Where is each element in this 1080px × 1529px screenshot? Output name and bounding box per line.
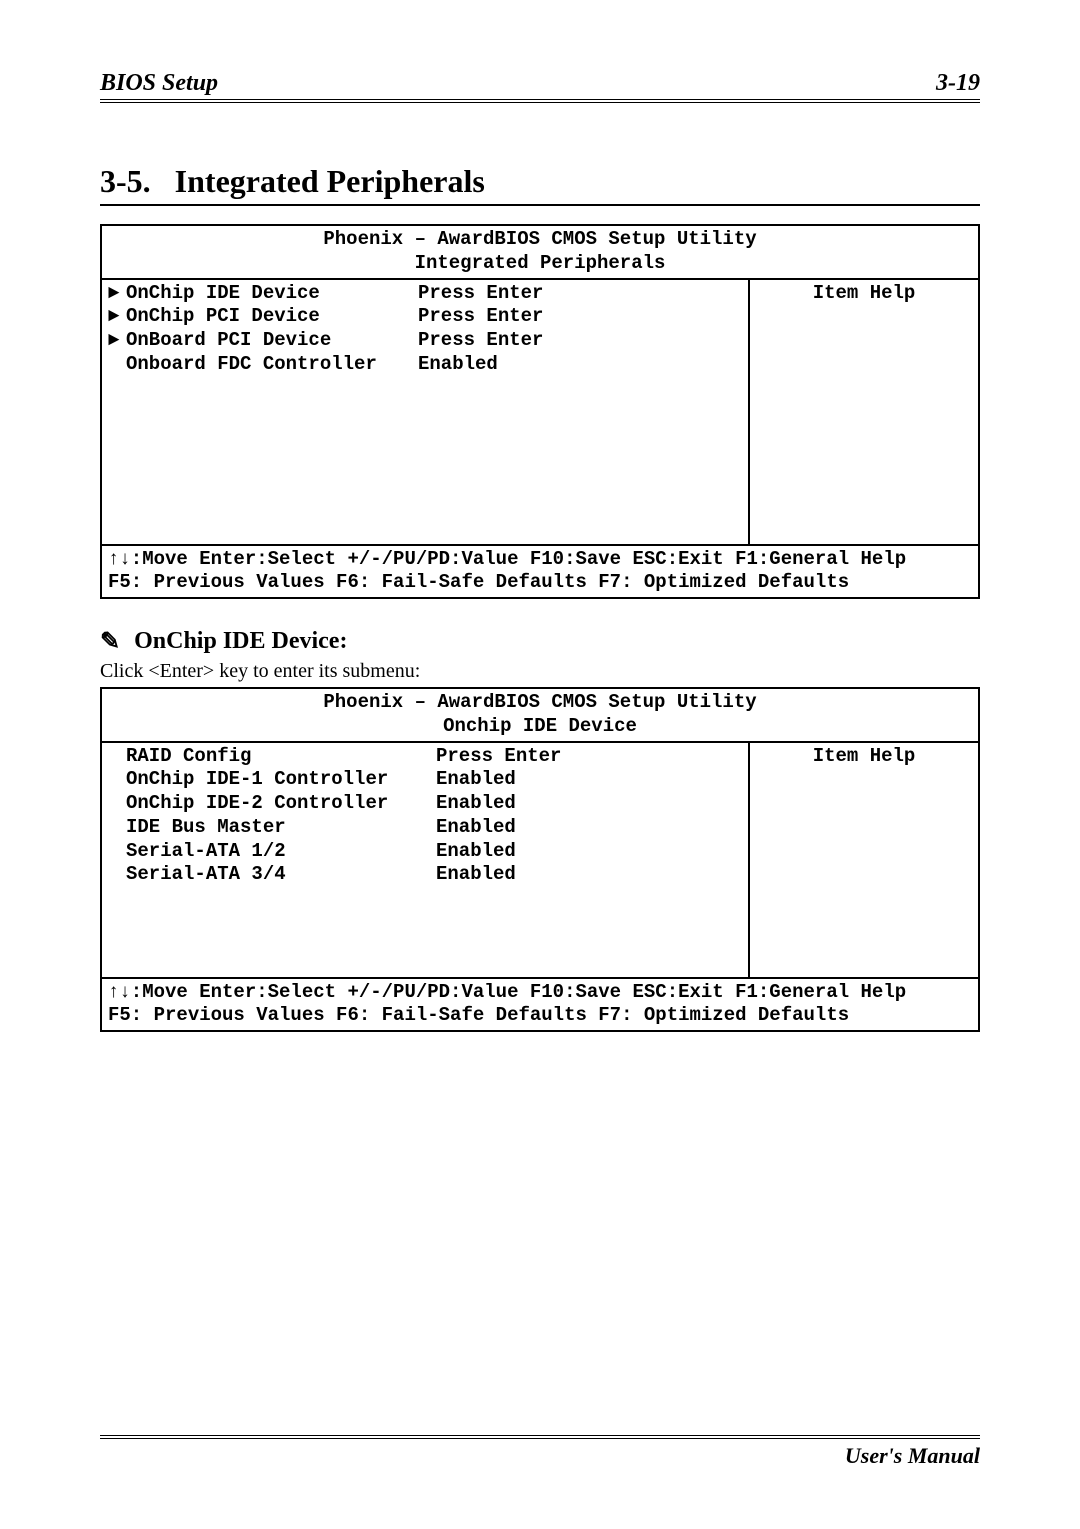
subsection-title: OnChip IDE Device: xyxy=(134,628,347,655)
menu-item-label: OnChip PCI Device xyxy=(126,305,320,329)
bios-help-panel: Item Help xyxy=(748,743,978,977)
footer-text: User's Manual xyxy=(845,1443,980,1468)
menu-item-value: Press Enter xyxy=(418,305,742,329)
page-footer: User's Manual xyxy=(100,1435,980,1469)
bios-screen-onchip-ide: Phoenix – AwardBIOS CMOS Setup Utility O… xyxy=(100,687,980,1032)
bios-title: Phoenix – AwardBIOS CMOS Setup Utility xyxy=(102,689,978,715)
menu-item-value: Press Enter xyxy=(436,745,742,769)
bios-screen-integrated-peripherals: Phoenix – AwardBIOS CMOS Setup Utility I… xyxy=(100,224,980,599)
subsection-heading: ✎ OnChip IDE Device: xyxy=(100,627,980,656)
bios-menu-item[interactable]: OnChip IDE-1 Controller Enabled xyxy=(126,768,742,792)
subsection-description: Click <Enter> key to enter its submenu: xyxy=(100,660,980,683)
bios-title: Phoenix – AwardBIOS CMOS Setup Utility xyxy=(102,226,978,252)
bios-menu-item[interactable]: IDE Bus Master Enabled xyxy=(126,816,742,840)
footer-line-2: F5: Previous Values F6: Fail-Safe Defaul… xyxy=(108,1004,972,1028)
menu-item-value: Enabled xyxy=(418,353,742,377)
bios-menu-item[interactable]: ►OnChip IDE Device Press Enter xyxy=(108,282,742,306)
bios-subtitle: Integrated Peripherals xyxy=(102,252,978,278)
menu-item-label: OnChip IDE-2 Controller xyxy=(126,792,388,816)
menu-item-value: Enabled xyxy=(436,768,742,792)
triangle-right-icon: ► xyxy=(108,305,126,329)
bios-subtitle: Onchip IDE Device xyxy=(102,715,978,741)
menu-item-label: Serial-ATA 1/2 xyxy=(126,840,286,864)
footer-line-1: ↑↓:Move Enter:Select +/-/PU/PD:Value F10… xyxy=(108,981,972,1005)
pencil-icon: ✎ xyxy=(100,627,120,656)
help-header: Item Help xyxy=(813,745,916,767)
menu-item-value: Enabled xyxy=(436,792,742,816)
header-right: 3-19 xyxy=(936,70,980,97)
bios-menu-item[interactable]: Onboard FDC Controller Enabled xyxy=(108,353,742,377)
menu-item-label: OnBoard PCI Device xyxy=(126,329,331,353)
bios-menu-item[interactable]: Serial-ATA 3/4 Enabled xyxy=(126,863,742,887)
bios-menu-item[interactable]: ►OnChip PCI Device Press Enter xyxy=(108,305,742,329)
menu-item-label: IDE Bus Master xyxy=(126,816,286,840)
bios-menu-list: ►OnChip IDE Device Press Enter ►OnChip P… xyxy=(102,280,748,544)
header-left: BIOS Setup xyxy=(100,70,218,97)
bios-menu-list: RAID Config Press Enter OnChip IDE-1 Con… xyxy=(102,743,748,977)
menu-item-label: Onboard FDC Controller xyxy=(126,353,377,377)
menu-item-value: Press Enter xyxy=(418,282,742,306)
footer-line-1: ↑↓:Move Enter:Select +/-/PU/PD:Value F10… xyxy=(108,548,972,572)
bios-menu-item[interactable]: Serial-ATA 1/2 Enabled xyxy=(126,840,742,864)
page-header: BIOS Setup 3-19 xyxy=(100,70,980,103)
menu-item-label: RAID Config xyxy=(126,745,251,769)
bios-menu-item[interactable]: RAID Config Press Enter xyxy=(126,745,742,769)
menu-item-label: Serial-ATA 3/4 xyxy=(126,863,286,887)
menu-item-value: Press Enter xyxy=(418,329,742,353)
bios-footer-keys: ↑↓:Move Enter:Select +/-/PU/PD:Value F10… xyxy=(102,546,978,598)
section-number: 3-5. xyxy=(100,163,151,199)
triangle-right-icon: ► xyxy=(108,282,126,306)
section-title: 3-5. Integrated Peripherals xyxy=(100,163,980,206)
bios-menu-item[interactable]: OnChip IDE-2 Controller Enabled xyxy=(126,792,742,816)
triangle-right-icon: ► xyxy=(108,329,126,353)
bios-menu-item[interactable]: ►OnBoard PCI Device Press Enter xyxy=(108,329,742,353)
menu-item-value: Enabled xyxy=(436,816,742,840)
footer-line-2: F5: Previous Values F6: Fail-Safe Defaul… xyxy=(108,571,972,595)
help-header: Item Help xyxy=(813,282,916,304)
bios-help-panel: Item Help xyxy=(748,280,978,544)
menu-item-label: OnChip IDE-1 Controller xyxy=(126,768,388,792)
bios-footer-keys: ↑↓:Move Enter:Select +/-/PU/PD:Value F10… xyxy=(102,979,978,1031)
menu-item-value: Enabled xyxy=(436,863,742,887)
menu-item-label: OnChip IDE Device xyxy=(126,282,320,306)
section-name: Integrated Peripherals xyxy=(175,163,485,199)
menu-item-value: Enabled xyxy=(436,840,742,864)
